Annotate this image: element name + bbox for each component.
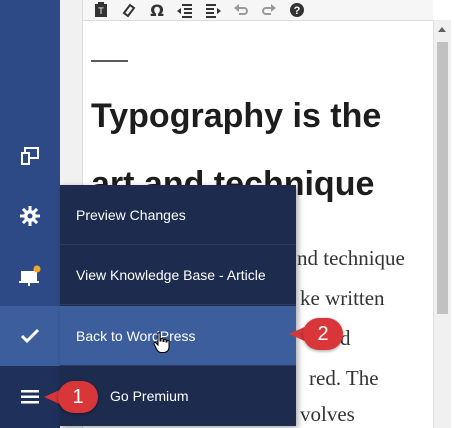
indent-icon[interactable] — [201, 0, 225, 20]
menu-item-label: Back to WordPress — [76, 327, 196, 344]
paste-text-icon[interactable]: T — [89, 0, 113, 20]
special-character-icon[interactable]: Ω — [145, 0, 169, 20]
editor-toolbar: T Ω ? — [83, 0, 433, 21]
clear-formatting-icon[interactable] — [117, 0, 141, 20]
outdent-icon[interactable] — [173, 0, 197, 20]
paragraph-fragment: volves — [300, 402, 355, 426]
svg-text:Ω: Ω — [150, 2, 164, 18]
callout-number: 2 — [303, 318, 343, 350]
menu-item-label: Go Premium — [110, 388, 189, 404]
paragraph-fragment: ke written — [300, 286, 385, 310]
presentation-notification-icon[interactable] — [0, 256, 60, 296]
menu-item-view-knowledge-base[interactable]: View Knowledge Base - Article — [60, 245, 296, 305]
hand-cursor-icon — [153, 332, 171, 354]
menu-item-label: Preview Changes — [76, 206, 186, 223]
gear-icon[interactable] — [0, 196, 60, 236]
menu-item-back-to-wordpress[interactable]: Back to WordPress — [60, 306, 296, 366]
callout-number: 1 — [58, 381, 98, 413]
help-icon[interactable]: ? — [285, 0, 309, 20]
horizontal-rule — [91, 60, 128, 62]
svg-text:?: ? — [294, 5, 301, 17]
paragraph-fragment: nd technique — [297, 246, 405, 270]
svg-text:T: T — [98, 6, 104, 16]
redo-icon[interactable] — [257, 0, 281, 20]
undo-icon[interactable] — [229, 0, 253, 20]
checkmark-icon[interactable] — [0, 316, 60, 356]
callout-2: 2 — [289, 318, 343, 350]
menu-item-preview-changes[interactable]: Preview Changes — [60, 185, 296, 245]
menu-item-label: View Knowledge Base - Article — [76, 266, 266, 283]
scroll-up-arrow-icon[interactable] — [438, 27, 446, 32]
callout-1: 1 — [44, 381, 98, 413]
heading-line-1: Typography is the — [91, 97, 382, 135]
editor-scrollbar[interactable] — [433, 20, 451, 428]
devices-icon[interactable] — [0, 136, 60, 176]
app-root: T Ω ? Typography is the art and techniqu… — [0, 0, 454, 428]
paragraph-fragment: red. The — [309, 366, 379, 390]
scroll-thumb[interactable] — [437, 42, 448, 314]
